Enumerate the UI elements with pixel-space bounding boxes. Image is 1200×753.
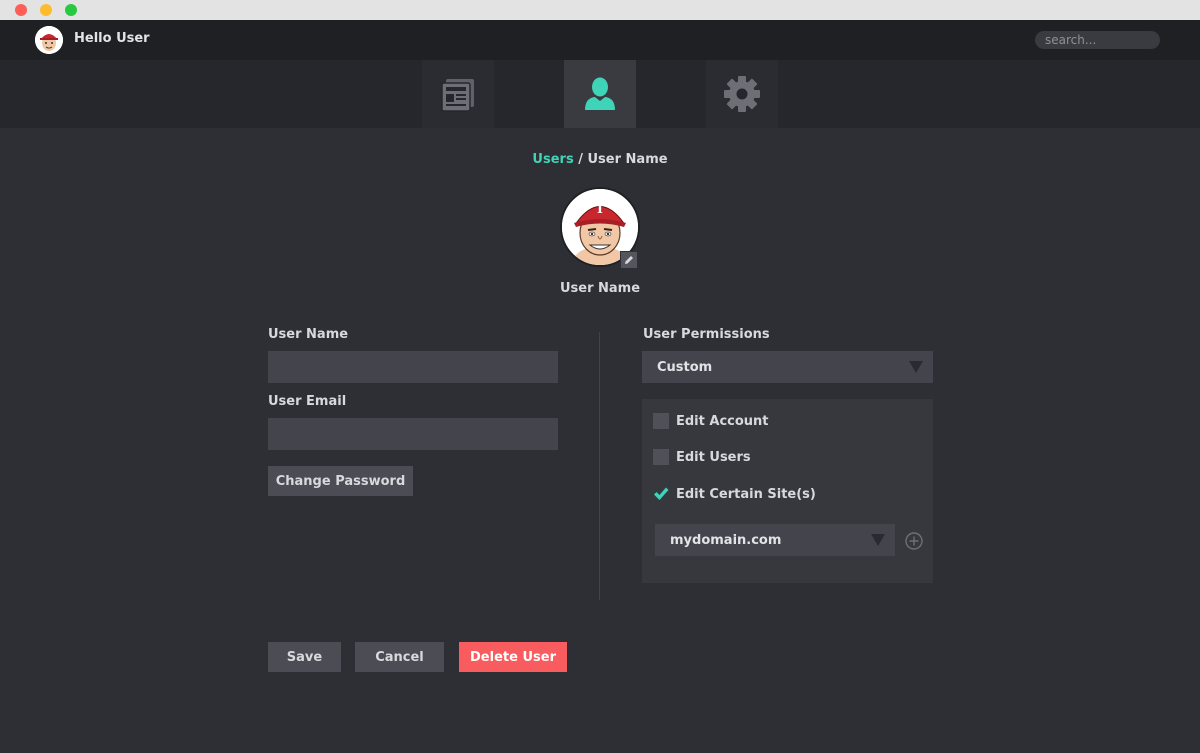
maximize-window-button[interactable] bbox=[65, 4, 77, 16]
save-button[interactable]: Save bbox=[268, 642, 341, 672]
permission-label: Edit Users bbox=[676, 449, 751, 465]
breadcrumb-separator: / bbox=[573, 152, 588, 167]
user-name-label: User Name bbox=[268, 327, 349, 342]
permission-edit-certain-sites[interactable]: Edit Certain Site(s) bbox=[653, 486, 816, 502]
minimize-window-button[interactable] bbox=[40, 4, 52, 16]
window-titlebar bbox=[0, 0, 1200, 20]
pencil-icon bbox=[625, 256, 633, 264]
checkbox-edit-certain-sites[interactable] bbox=[653, 486, 669, 502]
permission-edit-account[interactable]: Edit Account bbox=[653, 413, 769, 429]
tab-users[interactable] bbox=[564, 60, 636, 128]
breadcrumb-current: User Name bbox=[587, 152, 668, 167]
chevron-down-icon bbox=[871, 534, 885, 546]
top-header: Hello User bbox=[0, 20, 1200, 60]
cancel-button[interactable]: Cancel bbox=[355, 642, 444, 672]
tab-settings[interactable] bbox=[706, 60, 778, 128]
breadcrumb-users-link[interactable]: Users bbox=[532, 152, 573, 167]
permission-label: Edit Certain Site(s) bbox=[676, 486, 816, 502]
column-divider bbox=[599, 332, 600, 600]
site-select[interactable]: mydomain.com bbox=[655, 524, 895, 556]
permissions-selected-value: Custom bbox=[657, 359, 713, 375]
change-password-button[interactable]: Change Password bbox=[268, 466, 413, 496]
plus-circle-icon bbox=[905, 532, 923, 550]
permission-edit-users[interactable]: Edit Users bbox=[653, 449, 751, 465]
user-email-label: User Email bbox=[268, 394, 347, 409]
main-nav bbox=[0, 60, 1200, 128]
add-site-button[interactable] bbox=[905, 532, 923, 550]
news-icon bbox=[441, 79, 474, 112]
user-permissions-label: User Permissions bbox=[643, 327, 770, 342]
checkmark-icon bbox=[654, 487, 669, 500]
svg-text:T: T bbox=[596, 202, 605, 216]
profile-name: User Name bbox=[559, 281, 641, 296]
checkbox-edit-users[interactable] bbox=[653, 449, 669, 465]
header-avatar[interactable] bbox=[35, 26, 63, 54]
user-name-input[interactable] bbox=[268, 351, 558, 383]
gear-icon bbox=[724, 76, 760, 112]
close-window-button[interactable] bbox=[15, 4, 27, 16]
permissions-select[interactable]: Custom bbox=[642, 351, 933, 383]
permission-label: Edit Account bbox=[676, 413, 769, 429]
chevron-down-icon bbox=[909, 361, 923, 373]
site-selected-value: mydomain.com bbox=[670, 532, 782, 548]
delete-user-button[interactable]: Delete User bbox=[459, 642, 567, 672]
search-input[interactable] bbox=[1035, 31, 1160, 49]
edit-avatar-button[interactable] bbox=[620, 251, 638, 269]
user-icon bbox=[585, 77, 615, 110]
checkbox-edit-account[interactable] bbox=[653, 413, 669, 429]
greeting-text: Hello User bbox=[74, 31, 150, 46]
user-email-input[interactable] bbox=[268, 418, 558, 450]
tab-sites[interactable] bbox=[422, 60, 494, 128]
breadcrumb: Users / User Name bbox=[0, 152, 1200, 167]
